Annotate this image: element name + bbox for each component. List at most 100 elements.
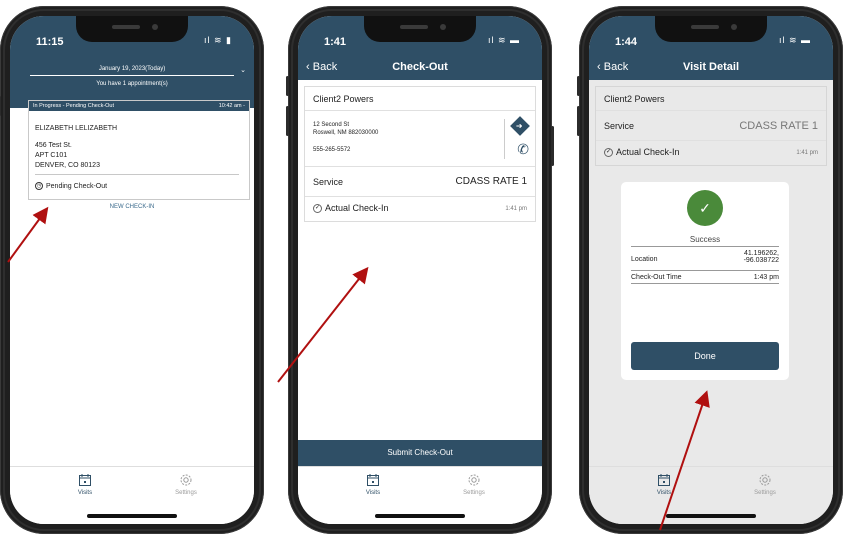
client-name: Client2 Powers: [305, 87, 535, 111]
checkin-row: ✓ Actual Check-In 1:41 pm: [596, 141, 826, 165]
client-address: 456 Test St. APT C101 DENVER, CO 80123: [35, 141, 100, 171]
home-indicator: [666, 514, 756, 518]
location-longitude: -96.038722: [743, 257, 779, 264]
tab-visits-label: Visits: [656, 490, 672, 496]
page-title: Visit Detail: [682, 61, 740, 73]
status-time: 1:44: [615, 36, 638, 48]
checkin-label-text: Actual Check-In: [616, 147, 680, 157]
checkout-time-value: 1:43 pm: [753, 274, 779, 281]
location-label: Location: [631, 256, 658, 263]
signal-wifi-battery-icon: ıl ≋ ▮: [204, 35, 232, 45]
checkin-time: 1:41 pm: [796, 150, 818, 156]
checkout-status: ◷ Pending Check-Out: [35, 182, 107, 190]
home-indicator: [375, 514, 465, 518]
appointment-status-bar: In Progress - Pending Check-Out 10:42 am…: [29, 101, 249, 111]
divider: [35, 174, 239, 175]
checkout-status-label: Pending Check-Out: [46, 182, 108, 190]
divider: [504, 119, 505, 159]
tab-visits[interactable]: Visits: [634, 473, 694, 496]
address-line-2: Roswell, NM 882030000: [313, 130, 379, 136]
phone-frame-3: ‹ Back Visit Detail 1:44 ıl ≋ ▬ Client2 …: [577, 6, 843, 534]
signal-wifi-battery-icon: ıl ≋ ▬: [778, 35, 811, 45]
calendar-icon: [658, 474, 670, 486]
notch: [655, 16, 767, 42]
location-row: Location 41.196262, -96.038722: [631, 250, 779, 271]
calendar-icon: [367, 474, 379, 486]
checkin-label: ✓ Actual Check-In: [604, 147, 680, 158]
status-bar: 1:44 ıl ≋ ▬: [589, 16, 833, 56]
tab-bar: Visits Settings: [298, 466, 542, 524]
directions-icon[interactable]: ➜: [510, 116, 530, 136]
checkout-screen: ‹ Back Check-Out 1:41 ıl ≋ ▬ Client2 Pow…: [298, 16, 542, 524]
success-check-icon: ✓: [687, 190, 723, 226]
tab-settings-label: Settings: [754, 490, 776, 496]
done-button[interactable]: Done: [631, 342, 779, 370]
calendar-icon: [79, 474, 91, 486]
checkin-label: ✓ Actual Check-In: [313, 203, 389, 214]
tab-settings-label: Settings: [175, 490, 197, 496]
check-circle-icon: ✓: [604, 148, 613, 158]
checkin-row: ✓ Actual Check-In 1:41 pm: [305, 197, 535, 221]
gear-icon: [759, 474, 771, 486]
phone-frame-1: January 19, 2023(Today) ⌄ You have 1 app…: [0, 6, 264, 534]
client-details: Client2 Powers 12 Second St Roswell, NM …: [304, 86, 536, 222]
notch: [76, 16, 188, 42]
checkout-time-row: Check-Out Time 1:43 pm: [631, 274, 779, 284]
tab-settings[interactable]: Settings: [735, 473, 795, 496]
success-dialog: ✓ Success Location 41.196262, -96.038722…: [621, 182, 789, 380]
status-time: 1:41: [324, 36, 347, 48]
service-row: Service CDASS RATE 1: [305, 167, 535, 197]
status-bar: 11:15 ıl ≋ ▮: [10, 16, 254, 56]
appointment-card[interactable]: In Progress - Pending Check-Out 10:42 am…: [28, 100, 250, 200]
status-time: 11:15: [36, 36, 64, 48]
checkin-label-text: Actual Check-In: [325, 203, 389, 213]
service-label: Service: [313, 177, 344, 187]
status-bar: 1:41 ıl ≋ ▬: [298, 16, 542, 56]
client-name: ELIZABETH LELIZABETH: [35, 125, 118, 132]
address-line-1: 456 Test St.: [35, 142, 72, 149]
visits-screen: January 19, 2023(Today) ⌄ You have 1 app…: [10, 16, 254, 524]
client-details: Client2 Powers Service CDASS RATE 1 ✓ Act…: [595, 86, 827, 166]
home-indicator: [87, 514, 177, 518]
location-latitude: 41.196262,: [743, 250, 779, 257]
notch: [364, 16, 476, 42]
service-value: CDASS RATE 1: [455, 176, 528, 187]
client-name: Client2 Powers: [596, 87, 826, 111]
tab-visits[interactable]: Visits: [55, 473, 115, 496]
gear-icon: [468, 474, 480, 486]
date-selector[interactable]: January 19, 2023(Today): [30, 66, 234, 76]
new-checkin-link[interactable]: NEW CHECK-IN: [10, 204, 254, 210]
appointment-count: You have 1 appointment(s): [96, 81, 168, 87]
tab-settings[interactable]: Settings: [156, 473, 216, 496]
service-label: Service: [604, 121, 635, 131]
tab-settings[interactable]: Settings: [444, 473, 504, 496]
chevron-down-icon[interactable]: ⌄: [240, 66, 246, 74]
client-contact: 12 Second St Roswell, NM 882030000 555-2…: [305, 111, 535, 167]
client-address: 12 Second St Roswell, NM 882030000: [313, 121, 378, 137]
location-value: 41.196262, -96.038722: [744, 250, 779, 264]
service-value: CDASS RATE 1: [739, 120, 818, 132]
page-title: Check-Out: [392, 61, 448, 73]
check-circle-icon: ✓: [313, 204, 322, 214]
tab-settings-label: Settings: [463, 490, 485, 496]
submit-checkout-button[interactable]: Submit Check-Out: [298, 440, 542, 466]
service-row: Service CDASS RATE 1: [596, 111, 826, 141]
tab-bar: Visits Settings: [589, 466, 833, 524]
client-phone: 555-265-5572: [313, 147, 351, 153]
address-line-3: DENVER, CO 80123: [35, 162, 100, 169]
tab-bar: Visits Settings: [10, 466, 254, 524]
tab-visits-label: Visits: [77, 490, 93, 496]
appointment-status: In Progress - Pending Check-Out: [33, 103, 115, 109]
gear-icon: [180, 474, 192, 486]
appointment-time: 10:42 am -: [218, 103, 245, 109]
phone-frame-2: ‹ Back Check-Out 1:41 ıl ≋ ▬ Client2 Pow…: [286, 6, 554, 534]
address-line-1: 12 Second St: [313, 122, 350, 128]
signal-wifi-battery-icon: ıl ≋ ▬: [487, 35, 520, 45]
success-title: Success: [631, 235, 779, 247]
tab-visits-label: Visits: [365, 490, 381, 496]
visit-detail-screen: ‹ Back Visit Detail 1:44 ıl ≋ ▬ Client2 …: [589, 16, 833, 524]
tab-visits[interactable]: Visits: [343, 473, 403, 496]
clock-icon: ◷: [35, 182, 43, 190]
checkout-time-label: Check-Out Time: [631, 274, 682, 281]
phone-icon[interactable]: ✆: [517, 141, 529, 158]
